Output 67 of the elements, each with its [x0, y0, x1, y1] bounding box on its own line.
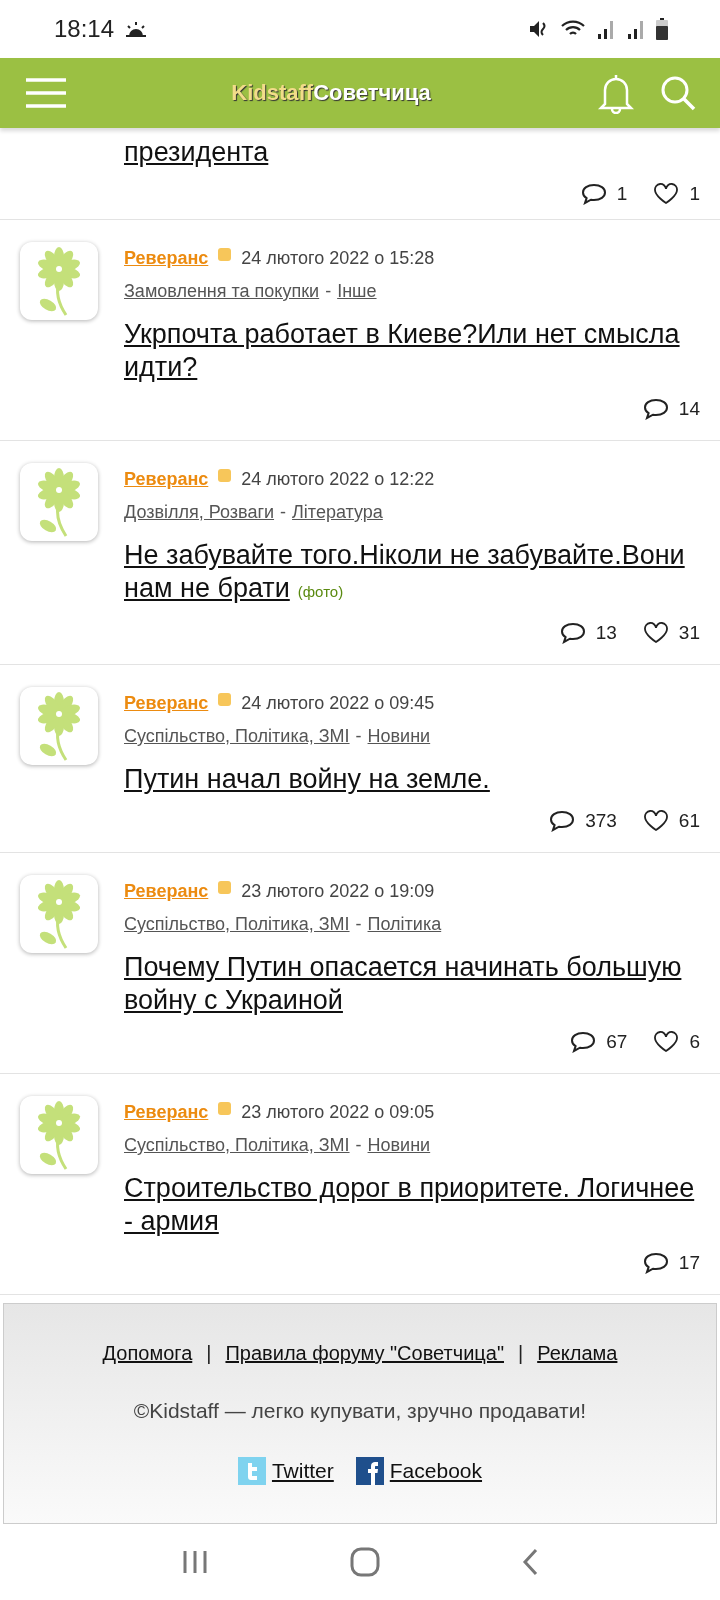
subcategory-link[interactable]: Новини [367, 726, 431, 747]
status-time: 18:14 [54, 15, 115, 43]
subcategory-link[interactable]: Новини [367, 1135, 431, 1156]
signal-icon [596, 18, 616, 40]
category-link[interactable]: Суспільство, Політика, ЗМІ [124, 914, 350, 935]
topic-title[interactable]: Строительство дорог в приоритете. Логичнее - армия [124, 1172, 700, 1238]
heart-icon [642, 810, 669, 832]
status-icon [218, 693, 232, 706]
comment-icon [580, 183, 607, 205]
status-icon [218, 469, 232, 482]
comment-count: 373 [585, 810, 617, 832]
separator: - [355, 1135, 362, 1156]
post-date: 24 лютого 2022 о 15:28 [241, 248, 435, 269]
subcategory-link[interactable]: Політика [367, 914, 442, 935]
comment-icon [642, 398, 669, 420]
weather-icon [124, 20, 149, 38]
topic-title[interactable]: Не забувайте того.Ніколи не забувайте.Вони нам не брати (фото) [124, 539, 700, 608]
category-link[interactable]: Дозвілля, Розваги [124, 502, 275, 523]
comment-icon [549, 810, 576, 832]
comment-icon [642, 1252, 669, 1274]
subcategory-link[interactable]: Інше [337, 281, 377, 302]
footer-tagline: ©Kidstaff — легко купувати, зручно продавати! [133, 1399, 587, 1423]
facebook-icon [355, 1457, 384, 1485]
social-link[interactable]: Twitter [271, 1459, 334, 1483]
category-link[interactable]: Замовлення та покупки [124, 281, 320, 302]
comment-count: 1 [616, 183, 628, 205]
separator: | [518, 1342, 524, 1365]
post-date: 24 лютого 2022 о 12:22 [241, 469, 435, 490]
comment-count: 17 [678, 1252, 700, 1274]
category-link[interactable]: Суспільство, Політика, ЗМІ [124, 726, 350, 747]
separator: - [325, 281, 332, 302]
social-link[interactable]: Facebook [389, 1459, 483, 1483]
separator: | [206, 1342, 212, 1365]
post-date: 23 лютого 2022 о 19:09 [241, 881, 435, 902]
comment-count: 67 [606, 1031, 628, 1053]
comment-count: 14 [678, 398, 700, 420]
signal-icon [626, 18, 646, 40]
post-date: 24 лютого 2022 о 09:45 [241, 693, 435, 714]
separator: - [280, 502, 287, 523]
like-count: 61 [678, 810, 700, 832]
separator: - [355, 726, 362, 747]
separator: - [355, 914, 362, 935]
footer-link[interactable]: Допомога [102, 1342, 193, 1365]
home-icon[interactable] [350, 1547, 380, 1577]
category-link[interactable]: Суспільство, Політика, ЗМІ [124, 1135, 350, 1156]
status-icon [218, 1102, 232, 1115]
battery-icon [656, 18, 668, 40]
comment-icon [570, 1031, 597, 1053]
back-icon[interactable] [521, 1548, 540, 1576]
post-date: 23 лютого 2022 о 09:05 [241, 1102, 435, 1123]
footer-link[interactable]: Реклама [537, 1342, 618, 1365]
topic-title[interactable]: Укрпочта работает в Киеве?Или нет смысла идти? [124, 318, 700, 384]
status-icon [218, 881, 232, 894]
topic-title[interactable]: Путин начал войну на земле. [124, 763, 700, 796]
comment-count: 13 [595, 622, 617, 644]
status-icon [218, 248, 232, 261]
topic-title[interactable]: Почему Путин опасается начинать большую войну с Украиной [124, 951, 700, 1017]
topic-title[interactable]: президента [124, 136, 700, 169]
like-count: 6 [689, 1031, 700, 1053]
heart-icon [653, 183, 680, 205]
like-count: 31 [678, 622, 700, 644]
like-count: 1 [689, 183, 700, 205]
subcategory-link[interactable]: Література [292, 502, 383, 523]
heart-icon [642, 622, 669, 644]
footer-link[interactable]: Правила форуму "Советчица" [225, 1342, 504, 1365]
heart-icon [653, 1031, 680, 1053]
comment-icon [559, 622, 586, 644]
